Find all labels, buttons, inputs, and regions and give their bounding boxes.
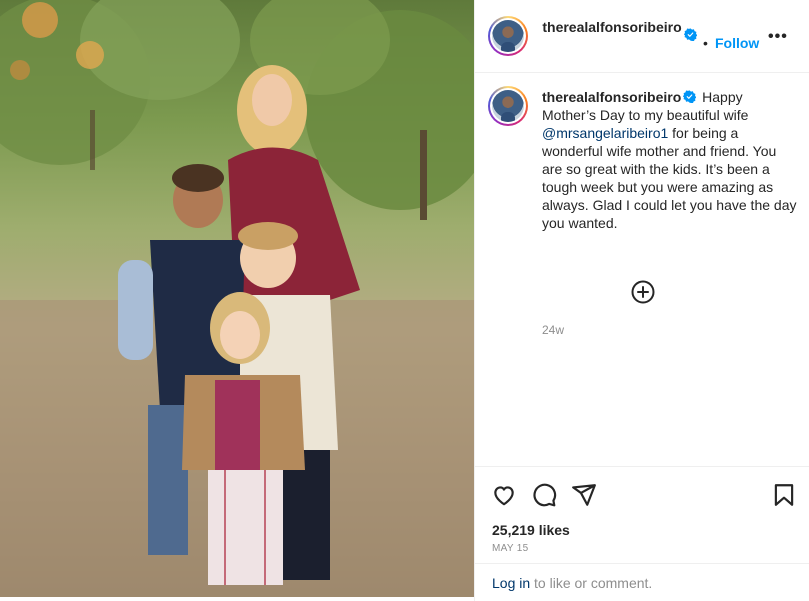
post-actions: 25,219 likes MAY 15 xyxy=(475,466,809,554)
post-header: therealalfonsoribeiro • Follow ••• xyxy=(475,0,809,73)
heart-icon[interactable] xyxy=(491,482,517,508)
post-date: MAY 15 xyxy=(492,543,529,554)
paper-plane-icon[interactable] xyxy=(571,482,597,508)
login-link[interactable]: Log in xyxy=(492,575,530,591)
avatar[interactable] xyxy=(488,16,528,56)
username-link[interactable]: therealalfonsoribeiro xyxy=(542,18,682,36)
likes-count[interactable]: 25,219 likes xyxy=(492,522,570,538)
post-details-panel: therealalfonsoribeiro • Follow ••• there… xyxy=(474,0,809,601)
bookmark-icon[interactable] xyxy=(771,482,797,508)
login-prompt-text: to like or comment. xyxy=(530,575,653,591)
separator-dot: • xyxy=(703,35,708,51)
caption-avatar[interactable] xyxy=(488,86,528,126)
more-options-icon[interactable]: ••• xyxy=(768,28,788,46)
plus-circle-icon[interactable] xyxy=(631,280,655,304)
mention-link[interactable]: @mrsangelaribeiro1 xyxy=(542,125,668,141)
family-photo-illustration xyxy=(0,0,474,597)
post-photo[interactable] xyxy=(0,0,474,597)
verified-badge-icon xyxy=(684,28,697,41)
verified-badge-icon xyxy=(683,90,697,103)
login-prompt: Log in to like or comment. xyxy=(475,563,809,601)
speech-bubble-icon[interactable] xyxy=(531,482,557,508)
post-time[interactable]: 24w xyxy=(542,323,564,337)
follow-button[interactable]: Follow xyxy=(715,35,759,51)
post-caption: therealalfonsoribeiro Happy Mother’s Day… xyxy=(542,88,797,232)
caption-username-link[interactable]: therealalfonsoribeiro xyxy=(542,89,681,105)
